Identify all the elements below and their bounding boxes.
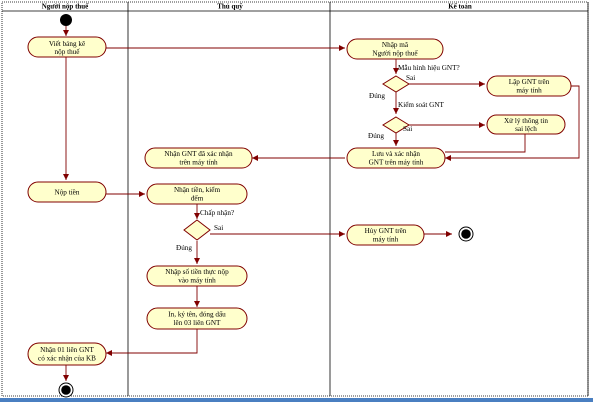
svg-text:In, ký tên, đóng dấu: In, ký tên, đóng dấu: [168, 311, 226, 319]
svg-text:máy tính: máy tính: [516, 87, 542, 95]
svg-text:Người nộp thuế: Người nộp thuế: [372, 50, 418, 58]
svg-text:Xử lý thông tin: Xử lý thông tin: [504, 117, 548, 125]
guard-chap-nhan: Chấp nhận?: [200, 209, 234, 217]
activity-nhan-gnt: Nhận GNT đã xác nhận trên máy tính: [144, 147, 253, 169]
diagram-canvas: Người nộp thuế Thủ quỹ Kế toán Viết bảng…: [0, 1, 593, 402]
start-node: [60, 14, 72, 26]
svg-text:Nhận tiền, kiểm: Nhận tiền, kiểm: [174, 185, 221, 194]
svg-text:Nhập mã: Nhập mã: [382, 41, 409, 49]
activity-luu-xac-nhan: Lưu và xác nhận GNT trên máy tính: [346, 147, 446, 169]
activity-diagram: Người nộp thuế Thủ quỹ Kế toán Viết bảng…: [0, 0, 593, 402]
guard-mau-hinh: Mẫu hình hiệu GNT?: [398, 63, 460, 72]
lane-title-accountant: Kế toán: [448, 3, 472, 11]
svg-text:vào máy tính: vào máy tính: [178, 277, 216, 285]
bottom-bar: [0, 398, 593, 402]
svg-text:sai lệch: sai lệch: [515, 125, 537, 133]
guard-kiem-soat: Kiểm soát GNT: [398, 100, 445, 109]
svg-text:GNT trên máy tính: GNT trên máy tính: [369, 159, 424, 167]
svg-text:trên máy tính: trên máy tính: [179, 159, 218, 167]
guard-sai-2: Sai: [403, 125, 412, 133]
guard-dung-2: Đúng: [368, 132, 384, 140]
svg-text:có xác nhận của KB: có xác nhận của KB: [38, 355, 96, 363]
svg-text:đếm: đếm: [191, 195, 204, 203]
activity-huy-gnt: Hủy GNT trên máy tính: [346, 224, 425, 246]
activity-xu-ly: Xử lý thông tin sai lệch: [486, 114, 566, 135]
lane-title-cashier: Thủ quỹ: [217, 3, 243, 11]
svg-text:máy tính: máy tính: [373, 236, 399, 244]
lane-title-taxpayer: Người nộp thuế: [42, 3, 89, 11]
svg-text:Nhập số tiền thực nộp: Nhập số tiền thực nộp: [165, 268, 229, 276]
guard-sai-1: Sai: [406, 74, 415, 82]
activity-nop-tien: Nộp tiền: [27, 181, 107, 203]
activity-viet-bang-ke: Viết bảng kê nộp thuế: [27, 36, 107, 58]
activity-nhap-so-tien: Nhập số tiền thực nộp vào máy tính: [146, 265, 248, 287]
activity-lap-gnt: Lập GNT trên máy tính: [486, 75, 572, 97]
guard-dung-3: Đúng: [176, 244, 192, 252]
svg-text:Hủy GNT trên: Hủy GNT trên: [365, 227, 407, 235]
svg-text:Lưu và xác nhận: Lưu và xác nhận: [372, 150, 420, 158]
svg-text:lên 03 liên GNT: lên 03 liên GNT: [174, 319, 222, 327]
svg-text:Nhận GNT đã xác nhận: Nhận GNT đã xác nhận: [164, 150, 233, 158]
activity-in-ky: In, ký tên, đóng dấu lên 03 liên GNT: [146, 307, 248, 330]
svg-text:Viết bảng kê: Viết bảng kê: [49, 40, 85, 48]
activity-nhap-ma: Nhập mã Người nộp thuế: [346, 38, 444, 60]
svg-text:Lập GNT trên: Lập GNT trên: [509, 78, 550, 86]
svg-text:Nộp tiền: Nộp tiền: [55, 189, 80, 197]
svg-text:Nhận 01 liên GNT: Nhận 01 liên GNT: [40, 346, 94, 354]
activity-nhan-tien: Nhận tiền, kiểm đếm: [146, 183, 248, 205]
svg-text:nộp thuế: nộp thuế: [55, 48, 81, 56]
guard-dung-1: Đúng: [369, 92, 385, 100]
decision-chap-nhan: [183, 219, 211, 241]
guard-sai-3: Sai: [214, 224, 223, 232]
end-node-final: [58, 382, 74, 398]
end-node-cancel: [458, 226, 474, 242]
activity-nhan-01: Nhận 01 liên GNT có xác nhận của KB: [27, 342, 107, 366]
